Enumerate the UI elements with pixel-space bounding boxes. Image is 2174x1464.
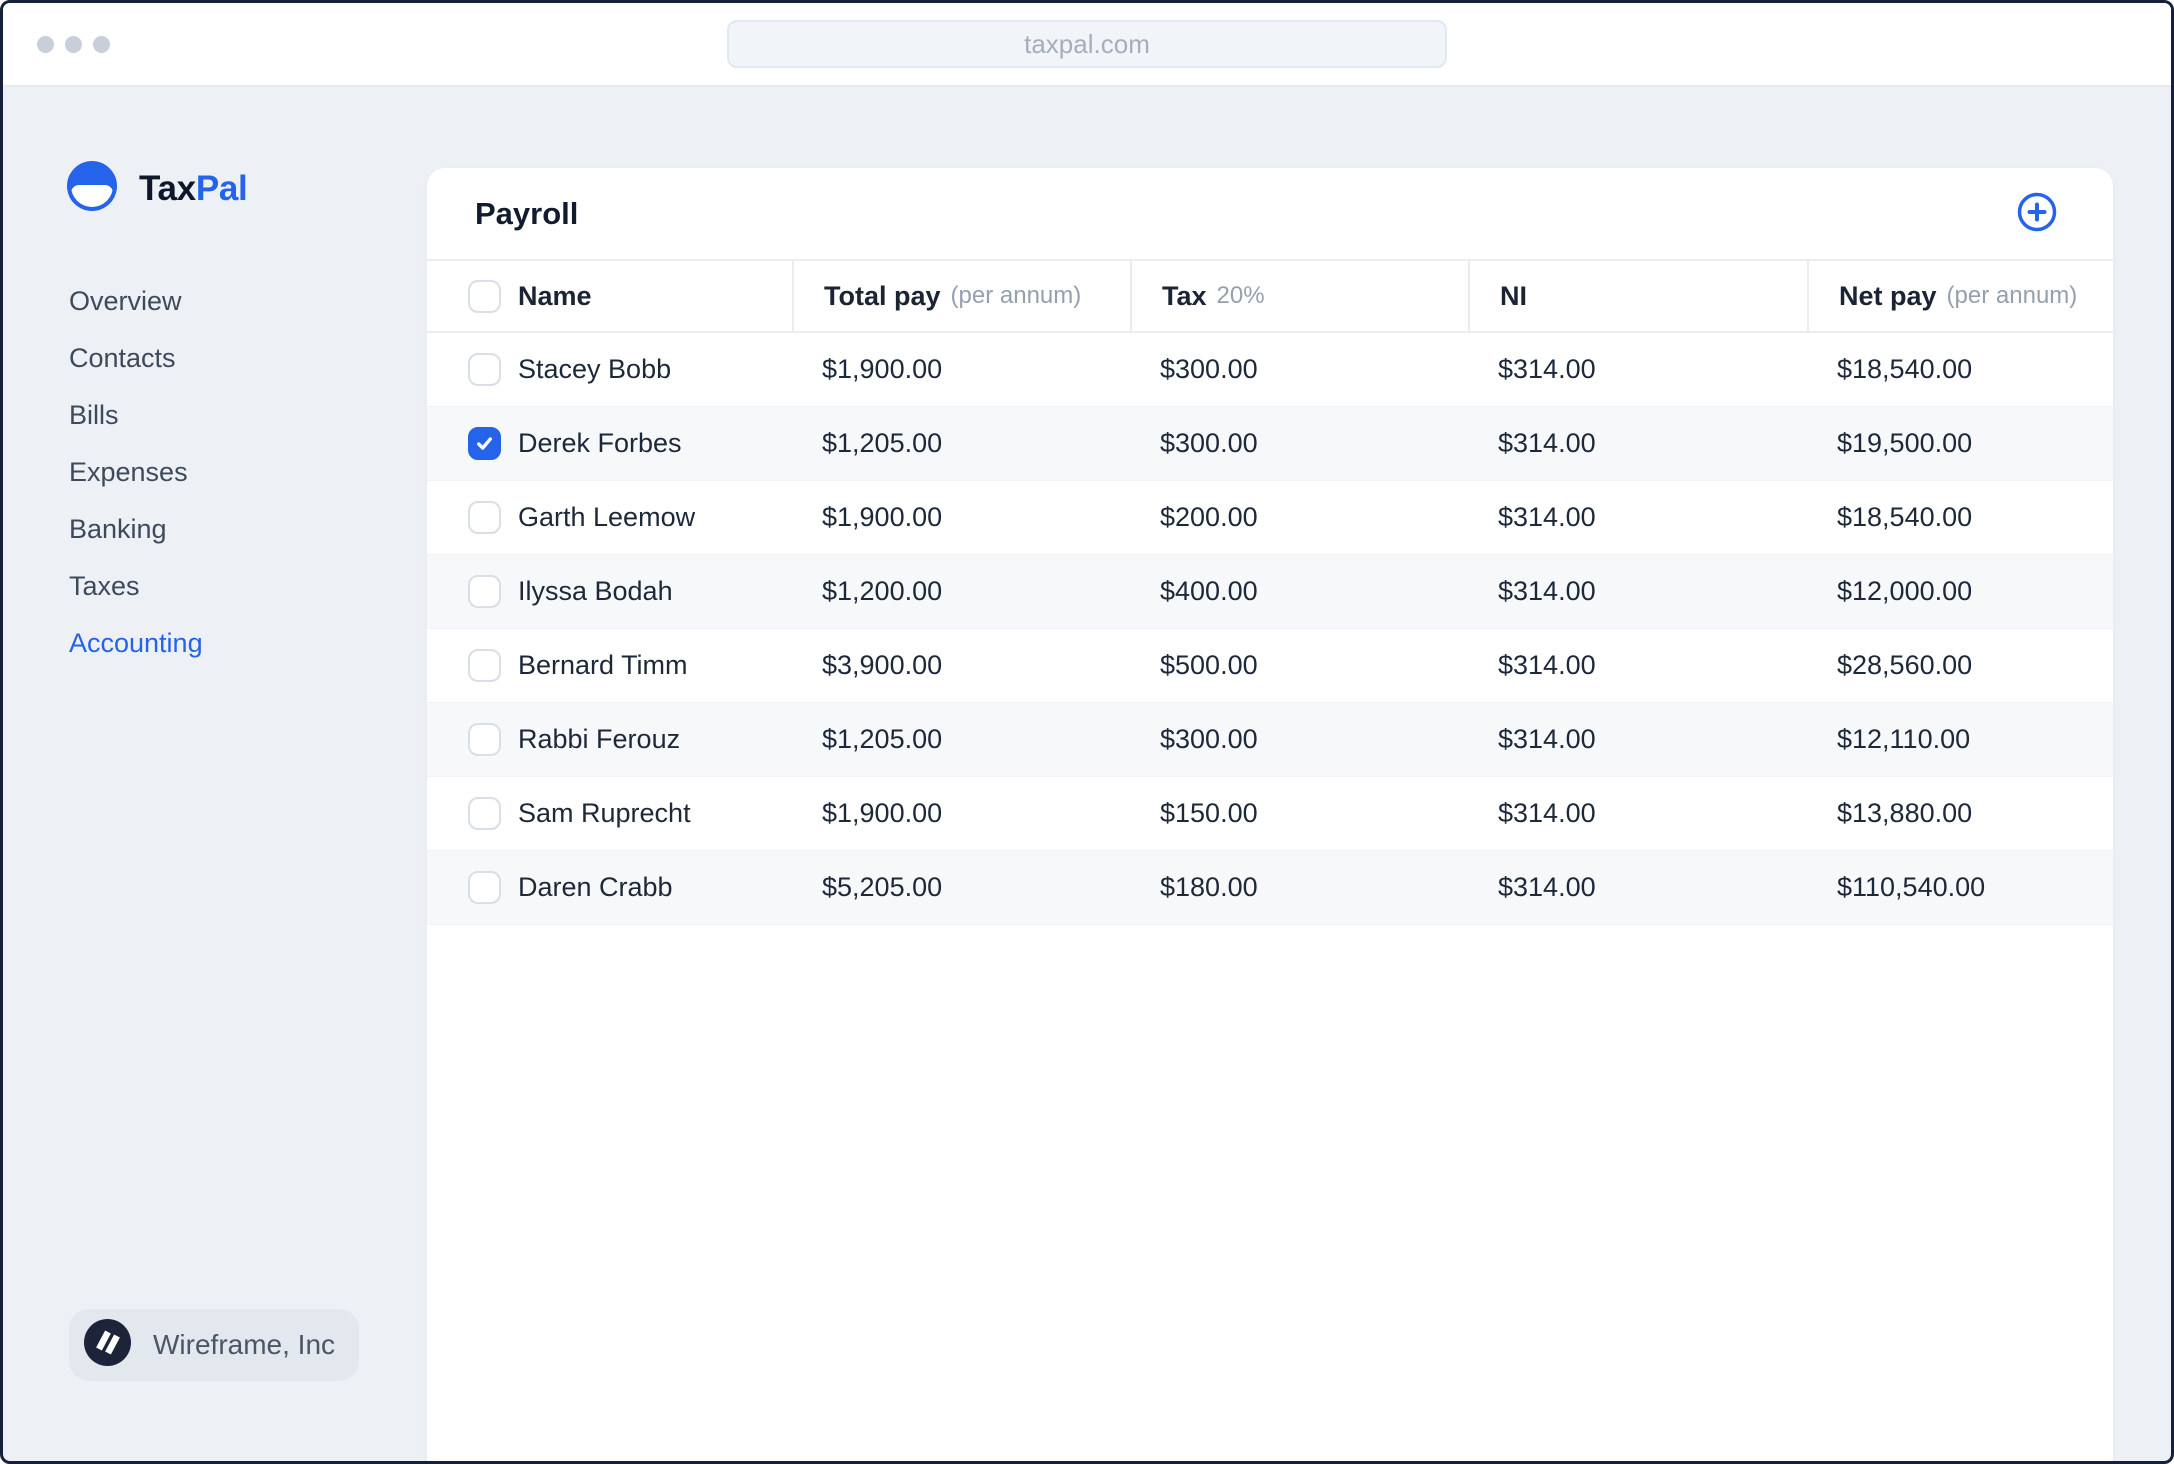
cell-ni: $314.00 [1498,650,1596,680]
url-bar[interactable]: taxpal.com [727,20,1447,68]
cell-ni: $314.00 [1498,428,1596,458]
cell-tax: $400.00 [1160,576,1258,606]
add-payroll-button[interactable] [2015,192,2059,236]
row-checkbox[interactable] [468,427,501,460]
cell-net-pay: $13,880.00 [1837,798,1973,828]
cell-tax: $150.00 [1160,798,1258,828]
cell-ni: $314.00 [1498,872,1596,902]
cell-ni: $314.00 [1498,798,1596,828]
header-cell-ni: NI [1468,261,1807,331]
header-cell-name: Name [427,261,792,331]
sidebar-item-banking[interactable]: Banking [69,501,203,558]
sidebar-item-expenses[interactable]: Expenses [69,444,203,501]
row-checkbox[interactable] [468,575,501,608]
table-body: Stacey Bobb $1,900.00 $300.00 $314.00 $1… [427,333,2113,925]
sidebar-nav: Overview Contacts Bills Expenses Banking Taxe… [69,273,203,672]
cell-net-pay: $110,540.00 [1837,872,1986,902]
cell-ni: $314.00 [1498,502,1596,532]
cell-total-pay: $1,900.00 [822,354,943,384]
sidebar-item-bills[interactable]: Bills [69,387,203,444]
sidebar: TaxPal Overview Contacts Bills Expenses Bank… [3,87,423,1461]
app-window: taxpal.com TaxPal Overview Contacts Bills E… [0,0,2174,1464]
cell-tax: $200.00 [1160,502,1258,532]
table-row[interactable]: Garth Leemow $1,900.00 $200.00 $314.00 $… [427,481,2113,555]
window-control-dot[interactable] [93,36,110,53]
cell-total-pay: $1,200.00 [822,576,943,606]
sidebar-item-accounting[interactable]: Accounting [69,615,203,672]
header-cell-net-pay: Net pay (per annum) [1807,261,2113,331]
table-row[interactable]: Daren Crabb $5,205.00 $180.00 $314.00 $1… [427,851,2113,925]
cell-net-pay: $18,540.00 [1837,354,1973,384]
cell-total-pay: $1,900.00 [822,798,943,828]
org-logo-icon [84,1319,131,1371]
url-text: taxpal.com [1024,28,1150,59]
table-row[interactable]: Sam Ruprecht $1,900.00 $150.00 $314.00 $… [427,777,2113,851]
row-checkbox[interactable] [468,353,501,386]
table-row[interactable]: Rabbi Ferouz $1,205.00 $300.00 $314.00 $… [427,703,2113,777]
brand-logo-icon [67,161,117,216]
page-title: Payroll [475,195,579,231]
table-header-row: Name Total pay (per annum) Tax 20% NI Ne… [427,261,2113,333]
window-control-dot[interactable] [37,36,54,53]
cell-total-pay: $1,900.00 [822,502,943,532]
payroll-card-header: Payroll [427,168,2113,261]
header-cell-tax: Tax 20% [1130,261,1468,331]
browser-chrome: taxpal.com [3,3,2171,87]
cell-total-pay: $3,900.00 [822,650,943,680]
cell-name: Garth Leemow [518,502,696,532]
cell-name: Derek Forbes [518,428,682,458]
cell-name: Ilyssa Bodah [518,576,673,606]
header-cell-total-pay: Total pay (per annum) [792,261,1130,331]
cell-name: Daren Crabb [518,872,673,902]
table-row[interactable]: Bernard Timm $3,900.00 $500.00 $314.00 $… [427,629,2113,703]
window-controls [37,36,110,53]
sidebar-item-contacts[interactable]: Contacts [69,330,203,387]
cell-ni: $314.00 [1498,576,1596,606]
row-checkbox[interactable] [468,723,501,756]
cell-net-pay: $28,560.00 [1837,650,1973,680]
row-checkbox[interactable] [468,649,501,682]
cell-tax: $300.00 [1160,724,1258,754]
brand: TaxPal [67,161,248,216]
cell-net-pay: $12,110.00 [1837,724,1971,754]
cell-total-pay: $1,205.00 [822,724,943,754]
cell-total-pay: $5,205.00 [822,872,943,902]
sidebar-item-taxes[interactable]: Taxes [69,558,203,615]
page: TaxPal Overview Contacts Bills Expenses Bank… [3,87,2171,1461]
cell-name: Bernard Timm [518,650,688,680]
row-checkbox[interactable] [468,797,501,830]
org-badge[interactable]: Wireframe, Inc [69,1309,359,1381]
cell-tax: $300.00 [1160,428,1258,458]
window-control-dot[interactable] [65,36,82,53]
plus-circle-icon [2015,190,2059,237]
payroll-card: Payroll Name Total pay (per annum) Tax 2… [427,168,2113,1461]
table-row[interactable]: Derek Forbes $1,205.00 $300.00 $314.00 $… [427,407,2113,481]
select-all-checkbox[interactable] [468,279,501,313]
table-row[interactable]: Ilyssa Bodah $1,200.00 $400.00 $314.00 $… [427,555,2113,629]
table-row[interactable]: Stacey Bobb $1,900.00 $300.00 $314.00 $1… [427,333,2113,407]
cell-net-pay: $18,540.00 [1837,502,1973,532]
row-checkbox[interactable] [468,871,501,904]
cell-tax: $300.00 [1160,354,1258,384]
cell-total-pay: $1,205.00 [822,428,943,458]
cell-ni: $314.00 [1498,724,1596,754]
cell-name: Rabbi Ferouz [518,724,681,754]
cell-net-pay: $19,500.00 [1837,428,1973,458]
cell-ni: $314.00 [1498,354,1596,384]
cell-net-pay: $12,000.00 [1837,576,1973,606]
row-checkbox[interactable] [468,501,501,534]
cell-name: Stacey Bobb [518,354,672,384]
brand-name: TaxPal [139,168,248,208]
cell-tax: $180.00 [1160,872,1258,902]
cell-name: Sam Ruprecht [518,798,691,828]
cell-tax: $500.00 [1160,650,1258,680]
sidebar-item-overview[interactable]: Overview [69,273,203,330]
org-name: Wireframe, Inc [153,1329,336,1360]
